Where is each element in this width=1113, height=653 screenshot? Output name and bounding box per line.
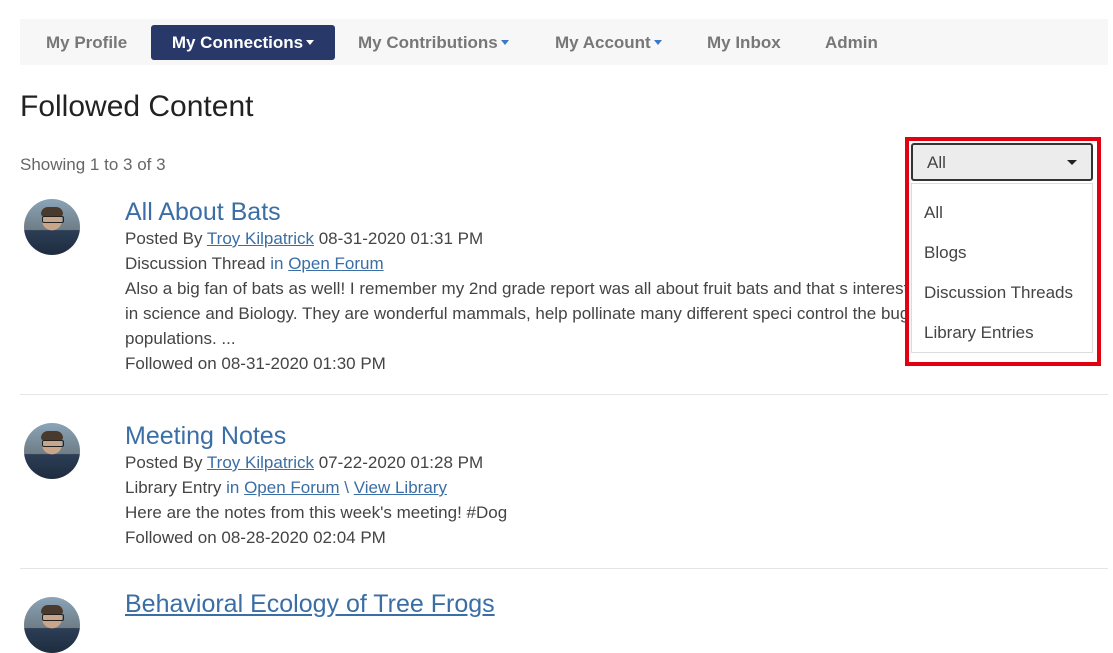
page-title: Followed Content bbox=[20, 90, 254, 123]
view-library-link[interactable]: View Library bbox=[354, 478, 447, 497]
filter-option-all[interactable]: All bbox=[924, 203, 943, 223]
filter-option-blogs[interactable]: Blogs bbox=[924, 243, 967, 263]
followed-date: Followed on 08-31-2020 01:30 PM bbox=[125, 354, 386, 373]
caret-down-icon bbox=[653, 40, 662, 46]
item-title-link[interactable]: All About Bats bbox=[125, 198, 925, 226]
profile-nav-bar: My Profile My Connections My Contributio… bbox=[20, 19, 1108, 65]
filter-option-library-entries[interactable]: Library Entries bbox=[924, 323, 1034, 343]
community-link[interactable]: Open Forum bbox=[244, 478, 339, 497]
item-excerpt: Here are the notes from this week's meet… bbox=[125, 503, 508, 522]
posted-by-line: Posted By Troy Kilpatrick 07-22-2020 01:… bbox=[125, 453, 484, 472]
nav-my-account[interactable]: My Account bbox=[555, 25, 662, 60]
nav-label: My Profile bbox=[46, 33, 128, 52]
filter-options-menu: All Blogs Discussion Threads Library Ent… bbox=[911, 183, 1093, 353]
post-date: 08-31-2020 01:31 PM bbox=[318, 229, 484, 248]
followed-date: Followed on 08-28-2020 02:04 PM bbox=[125, 528, 386, 547]
results-count: Showing 1 to 3 of 3 bbox=[20, 155, 166, 174]
selected-value: All bbox=[927, 153, 946, 172]
filter-option-discussion-threads[interactable]: Discussion Threads bbox=[924, 283, 1073, 303]
divider bbox=[20, 568, 1108, 569]
posted-by-line: Posted By Troy Kilpatrick 08-31-2020 01:… bbox=[125, 229, 484, 248]
list-item: All About Bats Posted By Troy Kilpatrick… bbox=[125, 198, 925, 376]
nav-label: My Contributions bbox=[358, 33, 498, 52]
nav-my-inbox[interactable]: My Inbox bbox=[707, 25, 781, 60]
caret-down-icon bbox=[500, 40, 509, 46]
author-link[interactable]: Troy Kilpatrick bbox=[207, 453, 314, 472]
content-type-line: Library Entry in Open Forum \ View Libra… bbox=[125, 478, 447, 497]
avatar[interactable] bbox=[24, 423, 80, 479]
content-type: Discussion Thread bbox=[125, 254, 266, 273]
content-type: Library Entry bbox=[125, 478, 222, 497]
list-item: Behavioral Ecology of Tree Frogs bbox=[125, 590, 495, 618]
item-excerpt: Also a big fan of bats as well! I rememb… bbox=[125, 279, 910, 348]
avatar[interactable] bbox=[24, 199, 80, 255]
nav-my-profile[interactable]: My Profile bbox=[46, 25, 127, 60]
item-title-link[interactable]: Behavioral Ecology of Tree Frogs bbox=[125, 590, 495, 618]
nav-my-contributions[interactable]: My Contributions bbox=[358, 25, 509, 60]
item-title-link[interactable]: Meeting Notes bbox=[125, 422, 925, 450]
nav-admin[interactable]: Admin bbox=[825, 25, 878, 60]
post-date: 07-22-2020 01:28 PM bbox=[318, 453, 484, 472]
nav-my-connections[interactable]: My Connections bbox=[151, 25, 335, 60]
nav-label: My Inbox bbox=[707, 33, 781, 52]
nav-label: Admin bbox=[825, 33, 878, 52]
caret-down-icon bbox=[306, 40, 315, 46]
community-link[interactable]: Open Forum bbox=[288, 254, 383, 273]
author-link[interactable]: Troy Kilpatrick bbox=[207, 229, 314, 248]
nav-label: My Account bbox=[555, 33, 651, 52]
content-type-line: Discussion Thread in Open Forum bbox=[125, 254, 384, 273]
avatar[interactable] bbox=[24, 597, 80, 653]
content-filter-select[interactable]: All bbox=[911, 143, 1093, 181]
caret-down-icon bbox=[1067, 160, 1077, 165]
divider bbox=[20, 394, 1108, 395]
list-item: Meeting Notes Posted By Troy Kilpatrick … bbox=[125, 422, 925, 550]
nav-label: My Connections bbox=[171, 33, 304, 52]
